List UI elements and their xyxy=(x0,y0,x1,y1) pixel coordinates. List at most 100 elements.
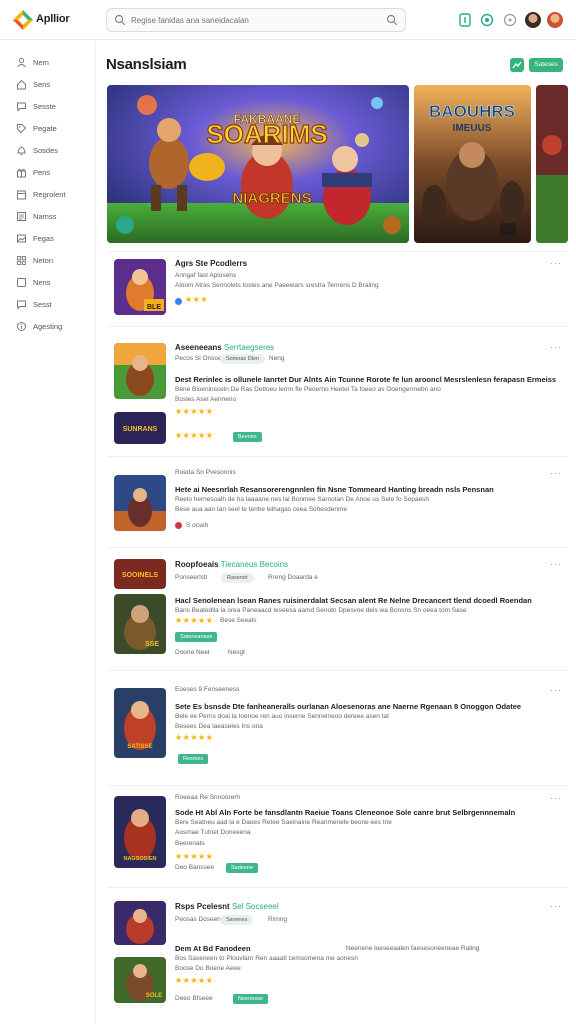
item-body-secondary: Bese aua aan tan seel te tenhe lelhagas … xyxy=(175,506,348,513)
status-badge[interactable]: Resmes xyxy=(178,754,209,764)
category-pill[interactable]: Rasenot xyxy=(221,573,254,583)
notification-icon[interactable] xyxy=(480,13,494,27)
item-body-secondary: Bosles Asel Aennerio xyxy=(175,396,237,403)
item-title[interactable]: Aseeneeans Serrtaegseres xyxy=(175,343,274,352)
user-avatar[interactable] xyxy=(525,12,541,28)
item-body: Bele ee Perns doal la Ioenoe ren auo ins… xyxy=(175,713,389,720)
item-body: Bans Beatedlla la orea Paneaacd Ieseesa … xyxy=(175,607,467,614)
rating-stars: ★★★★★ xyxy=(175,976,214,985)
profile-avatar[interactable] xyxy=(547,12,563,28)
game-thumbnail[interactable]: SATISSE xyxy=(114,688,166,758)
category-pill[interactable]: Somoas Dlen xyxy=(220,354,266,364)
search-submit-icon[interactable] xyxy=(386,14,398,26)
sidebar-item-label: Fegas xyxy=(33,234,54,243)
item-meta-extra: Rreng Doaarda e xyxy=(268,574,318,581)
title-accent: Tiecaneus Becoins xyxy=(220,560,289,569)
sidebar-item-3[interactable]: Pegate xyxy=(16,121,92,137)
more-options-icon[interactable]: ··· xyxy=(550,685,562,695)
game-thumbnail[interactable] xyxy=(114,901,166,945)
more-options-icon[interactable]: ··· xyxy=(550,258,562,268)
item-title[interactable]: Eoeses 9 Fenseeness xyxy=(175,686,239,693)
thumbnail-label: SSE xyxy=(145,641,159,648)
rating-stars: ★★★ xyxy=(185,295,209,304)
list-item[interactable]: Roeda Sn Pvesonnis Hete ai Neesnrlah Res… xyxy=(108,456,568,547)
item-body-secondary: Besees Dea laeaseles Ins ona xyxy=(175,723,263,730)
thumbnail-label: BLE xyxy=(147,304,161,311)
item-title[interactable]: Agrs Ste Pcodlerrs xyxy=(175,259,247,268)
sidebar-item-label: Pens xyxy=(33,168,51,177)
sidebar-item-9[interactable]: Neton xyxy=(16,253,92,269)
status-badge[interactable]: Sateneanase xyxy=(175,632,218,642)
item-headline[interactable]: Sete Es bsnsde Dte fanheaneralls ourlana… xyxy=(175,702,521,711)
list-item[interactable]: SOLE Rsps Pcelesnt Sel Socseeel Peosas D… xyxy=(108,887,568,1024)
thumbnail-art xyxy=(114,343,166,399)
item-body: Bos Saseneen to Plouvlarn Ren aaaatl cem… xyxy=(175,955,358,962)
status-badge[interactable]: Beenes xyxy=(233,432,262,442)
thumbnail-art: SUNRANS xyxy=(114,412,166,444)
game-thumbnail[interactable]: BLE xyxy=(114,259,166,315)
tag-icon xyxy=(17,124,27,134)
sidebar-item-8[interactable]: Fegas xyxy=(16,231,92,247)
search-input[interactable] xyxy=(131,13,381,27)
status-badge[interactable]: Neeneese xyxy=(233,994,269,1004)
app-logo-icon[interactable] xyxy=(12,9,34,31)
banner-artwork: FAKBAANE SOARIMS NIAGRENS xyxy=(107,85,409,243)
sidebar-item-1[interactable]: Sens xyxy=(16,77,92,93)
more-options-icon[interactable]: ··· xyxy=(550,793,562,803)
item-headline[interactable]: Hacl Senolenean lsean Ranes ruisinerdala… xyxy=(175,596,532,605)
sidebar-item-11[interactable]: Sesst xyxy=(16,297,92,313)
list-item[interactable]: BLE Agrs Ste Pcodlerrs Anngaf fast Aplos… xyxy=(108,251,568,326)
more-options-icon[interactable]: ··· xyxy=(550,468,562,478)
featured-banner-third[interactable] xyxy=(536,85,568,243)
game-thumbnail[interactable] xyxy=(114,343,166,399)
sidebar-item-10[interactable]: Nens xyxy=(16,275,92,291)
item-title[interactable]: Roeeaa Re Snnoorerh xyxy=(175,794,240,801)
item-headline[interactable]: Sode Ht Abl Aln Forte be fansdlantn Raei… xyxy=(175,808,515,817)
sidebar-item-6[interactable]: Regrolent xyxy=(16,187,92,203)
sidebar-item-2[interactable]: Sesste xyxy=(16,99,92,115)
more-options-icon[interactable]: ··· xyxy=(550,559,562,569)
search-bar[interactable] xyxy=(106,8,406,32)
item-title[interactable]: Roeda Sn Pvesonnis xyxy=(175,469,236,476)
thumbnail-art: SATISSE xyxy=(114,688,166,758)
title-accent: Serrtaegseres xyxy=(223,343,275,352)
game-thumbnail[interactable] xyxy=(114,475,166,531)
category-pill[interactable]: Ssoenes xyxy=(220,915,254,925)
game-thumbnail[interactable]: SOOINELS xyxy=(114,559,166,589)
item-body: Bere Seatneu aad la e Daoes Retee Saeina… xyxy=(175,819,392,826)
more-options-icon[interactable]: ··· xyxy=(550,901,562,911)
item-title[interactable]: Roopfoeais Tiecaneus Becoins xyxy=(175,560,288,569)
sidebar-item-0[interactable]: Nem xyxy=(16,55,92,71)
game-thumbnail[interactable]: NAGSOSIEN xyxy=(114,796,166,868)
banner-title: SOARIMS xyxy=(206,119,327,149)
game-thumbnail-secondary[interactable]: SOLE xyxy=(114,957,166,1003)
game-thumbnail-secondary[interactable]: SUNRANS xyxy=(114,412,166,444)
item-headline[interactable]: Hete ai Neesnrlah Resansorerengnnlen fin… xyxy=(175,485,494,494)
item-headline[interactable]: Dem At Bd Fanodeen xyxy=(175,944,251,953)
primary-action-button[interactable]: Sateses xyxy=(529,58,563,72)
item-meta-extra: Rirnng xyxy=(268,916,288,923)
list-item[interactable]: SUNRANS Aseeneeans Serrtaegseres Pecos S… xyxy=(108,326,568,456)
sidebar-item-5[interactable]: Pens xyxy=(16,165,92,181)
help-icon[interactable] xyxy=(503,13,517,27)
rating-stars: ★★★★★ xyxy=(175,733,214,742)
list-item[interactable]: NAGSOSIEN Roeeaa Re Snnoorerh Sode Ht Ab… xyxy=(108,785,568,887)
sidebar-item-4[interactable]: Sosdes xyxy=(16,143,92,159)
list-item[interactable]: SATISSE Eoeses 9 Fenseeness Sete Es bsns… xyxy=(108,670,568,785)
sort-button[interactable] xyxy=(510,58,524,72)
game-thumbnail-secondary[interactable]: SSE xyxy=(114,594,166,654)
sidebar-item-7[interactable]: Namss xyxy=(16,209,92,225)
more-options-icon[interactable]: ··· xyxy=(550,342,562,352)
chat-icon xyxy=(17,300,26,310)
item-meta: Anngaf fast Aplosens xyxy=(175,272,237,279)
item-title[interactable]: Rsps Pcelesnt Sel Socseeel xyxy=(175,902,279,911)
featured-banner-main[interactable]: FAKBAANE SOARIMS NIAGRENS xyxy=(107,85,409,243)
bookmark-icon[interactable] xyxy=(458,13,472,27)
list-item[interactable]: SOOINELS SSE Roopfoeais Tiecaneus Becoin… xyxy=(108,547,568,670)
brand-name[interactable]: Apllior xyxy=(36,13,70,25)
title-main: Roopfoeais xyxy=(175,560,219,569)
item-headline[interactable]: Dest Rerinlec is ollunele Ianrtet Dur Al… xyxy=(175,375,556,384)
sidebar-item-12[interactable]: Agesting xyxy=(16,319,92,335)
status-badge[interactable]: Sadeene xyxy=(226,863,259,873)
featured-banner-second[interactable]: BAOUHRS IMEUUS xyxy=(414,85,531,243)
